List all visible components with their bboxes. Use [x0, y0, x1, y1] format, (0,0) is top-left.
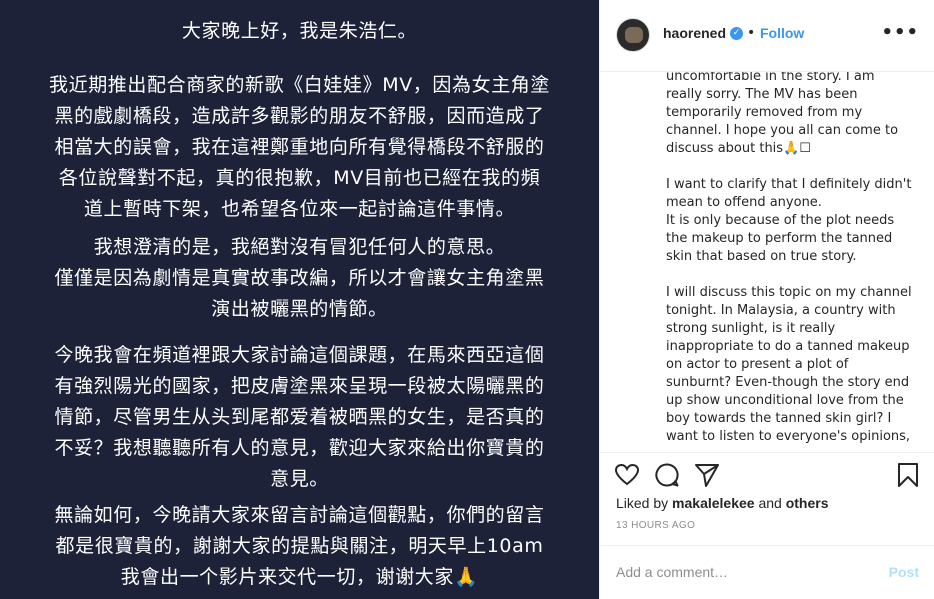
image-text-line: 情節，尽管男生从头到尾都爱着被晒黑的女生，是否真的	[54, 406, 545, 428]
likes-summary: Liked by makalelekee and others	[616, 495, 829, 511]
follow-button[interactable]: Follow	[760, 25, 804, 41]
image-text-line: 黑的戲劇橋段，造成許多觀影的朋友不舒服，因而造成了	[54, 105, 545, 127]
likes-middle: and	[754, 495, 786, 511]
caption-scroll-area[interactable]: uncomfortable in the story. I am really s…	[666, 72, 931, 450]
action-bar	[600, 452, 934, 492]
image-text-line: 有強烈陽光的國家，把皮膚塗黑來呈現一段被太陽曬黑的	[54, 375, 545, 397]
paper-plane-icon[interactable]	[694, 462, 720, 488]
post-sidebar: haorened ✓ • Follow ••• uncomfortable in…	[599, 0, 934, 599]
comment-bubble-icon[interactable]	[654, 462, 680, 488]
caption-line: temporarily removed from my	[666, 105, 863, 120]
caption-line: tonight. In Malaysia, a country with	[666, 303, 896, 318]
separator-dot: •	[747, 25, 756, 41]
post-timestamp[interactable]: 13 HOURS AGO	[616, 520, 695, 531]
caption-line: uncomfortable in the story. I am	[666, 72, 875, 84]
verified-badge-icon: ✓	[730, 27, 743, 40]
image-paragraph: 大家晚上好，我是朱浩仁。	[0, 16, 599, 47]
image-text-line: 道上暫時下架，也希望各位來一起討論這件事情。	[83, 198, 516, 220]
comment-bar: Post	[600, 545, 934, 599]
caption-line: discuss about this🙏☐	[666, 141, 811, 156]
caption-line: the makeup to perform the tanned	[666, 231, 893, 246]
caption-line: really sorry. The MV has been	[666, 87, 858, 102]
image-text-line: 我會出一个影片来交代一切，谢谢大家🙏	[120, 566, 479, 588]
image-text-line: 我想澄清的是，我絕對沒有冒犯任何人的意思。	[93, 236, 506, 258]
likes-others-link[interactable]: others	[786, 495, 829, 511]
image-paragraph: 我想澄清的是，我絕對沒有冒犯任何人的意思。僅僅是因為劇情是真實故事改編，所以才會…	[0, 232, 599, 325]
likes-prefix: Liked by	[616, 495, 673, 511]
caption-line: strong sunlight, is it really	[666, 321, 836, 336]
caption-text: uncomfortable in the story. I am really s…	[666, 72, 931, 446]
caption-line: skin that based on true story.	[666, 249, 857, 264]
caption-line: boy towards the tanned skin girl? I	[666, 411, 892, 426]
caption-line: want to listen to everyone's opinions,	[666, 429, 911, 444]
image-text-line: 演出被曬黑的情節。	[211, 298, 388, 320]
post-image: 大家晚上好，我是朱浩仁。我近期推出配合商家的新歌《白娃娃》MV，因為女主角塗 黑的…	[0, 0, 599, 599]
caption-line: sunburnt? Even-though the story end	[666, 375, 910, 390]
image-paragraph: 今晚我會在頻道裡跟大家討論這個課題，在馬來西亞這個 有強烈陽光的國家，把皮膚塗黑來…	[0, 340, 599, 495]
post-comment-button[interactable]: Post	[889, 564, 919, 580]
bookmark-icon[interactable]	[895, 462, 921, 488]
image-text-line: 無論如何，今晚請大家來留言討論這個觀點，你們的留言	[54, 504, 545, 526]
caption-line: I will discuss this topic on my channel	[666, 285, 912, 300]
caption-line: It is only because of the plot needs	[666, 213, 895, 228]
caption-line: I want to clarify that I definitely didn…	[666, 177, 912, 192]
image-text-line: 不妥？我想聽聽所有人的意見，歡迎大家來給出你寶貴的	[54, 437, 545, 459]
caption-line: mean to offend anyone.	[666, 195, 822, 210]
liked-by-user-link[interactable]: makalelekee	[672, 495, 755, 511]
image-text-line: 大家晚上好，我是朱浩仁。	[181, 20, 418, 42]
image-paragraph: 我近期推出配合商家的新歌《白娃娃》MV，因為女主角塗 黑的戲劇橋段，造成許多觀影的…	[0, 70, 599, 225]
avatar[interactable]	[616, 18, 650, 52]
post-header: haorened ✓ • Follow •••	[600, 0, 934, 72]
comment-input[interactable]	[616, 564, 876, 580]
heart-icon[interactable]	[614, 462, 640, 488]
image-text-line: 僅僅是因為劇情是真實故事改編，所以才會讓女主角塗黑	[54, 267, 545, 289]
image-text-line: 意見。	[270, 468, 329, 490]
caption-line: channel. I hope you all can come to	[666, 123, 899, 138]
caption-line: up show unconditional love from the	[666, 393, 904, 408]
image-paragraph: 無論如何，今晚請大家來留言討論這個觀點，你們的留言 都是很寶貴的，謝謝大家的提點與…	[0, 500, 599, 593]
image-text-line: 各位說聲對不起，真的很抱歉，MV目前也已經在我的頻	[58, 167, 541, 189]
image-text-line: 都是很寶貴的，謝謝大家的提點與關注，明天早上10am	[55, 535, 544, 557]
image-text-line: 今晚我會在頻道裡跟大家討論這個課題，在馬來西亞這個	[54, 344, 545, 366]
image-text-line: 相當大的誤會，我在這裡鄭重地向所有覺得橋段不舒服的	[54, 136, 545, 158]
image-text-line: 我近期推出配合商家的新歌《白娃娃》MV，因為女主角塗	[49, 74, 550, 96]
caption-line: on actor to present a plot of	[666, 357, 849, 372]
caption-line: inappropriate to do a tanned makeup	[666, 339, 910, 354]
more-options-icon[interactable]: •••	[881, 22, 919, 43]
username-link[interactable]: haorened	[663, 25, 726, 41]
